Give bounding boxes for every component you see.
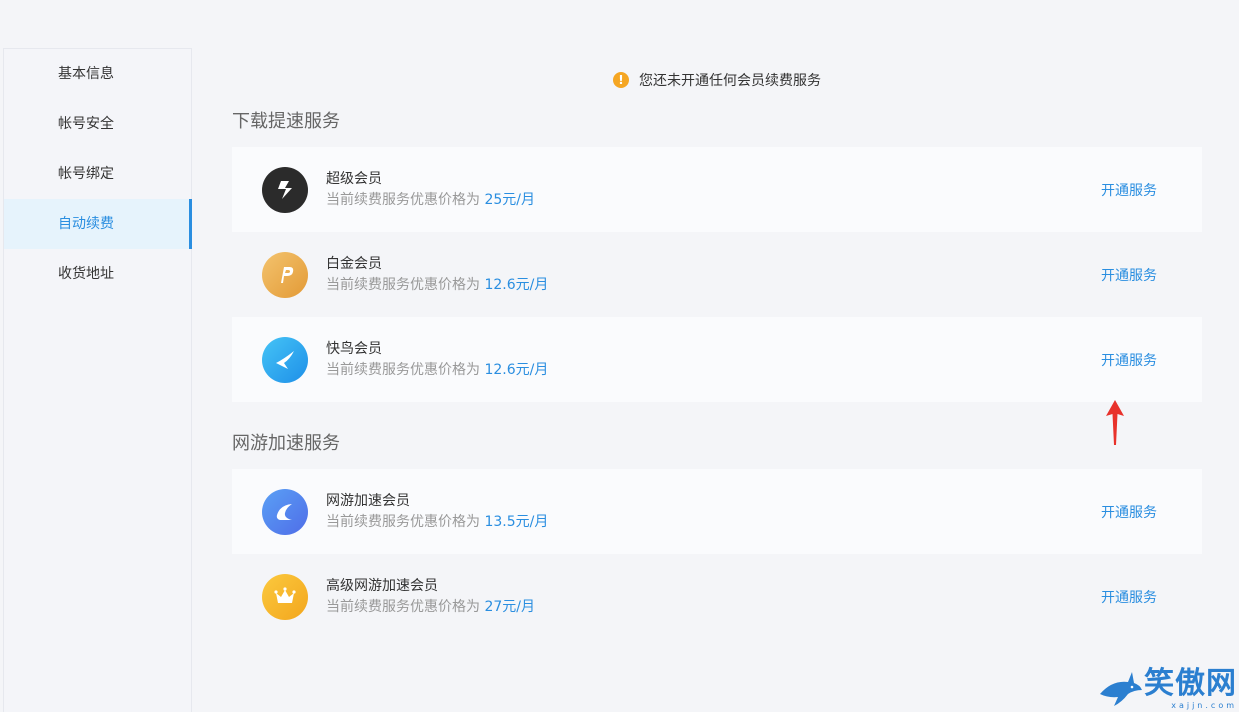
warning-icon: ! [613, 72, 629, 88]
service-name: 网游加速会员 [326, 492, 410, 509]
service-card-platinum-member: 白金会员 当前续费服务优惠价格为 12.6元/月 开通服务 [232, 232, 1202, 317]
service-card-bird-member: 快鸟会员 当前续费服务优惠价格为 12.6元/月 开通服务 [232, 317, 1202, 402]
section-title-download: 下载提速服务 [232, 111, 340, 132]
service-name: 白金会员 [326, 255, 382, 272]
service-desc: 当前续费服务优惠价格为 25元/月 [326, 191, 535, 208]
bird-member-logo [262, 336, 308, 383]
watermark-logo: 笑傲网 xajjn.com [1098, 667, 1237, 710]
section-title-game: 网游加速服务 [232, 433, 340, 454]
service-card-game-accel: 网游加速会员 当前续费服务优惠价格为 13.5元/月 开通服务 [232, 469, 1202, 554]
service-desc: 当前续费服务优惠价格为 27元/月 [326, 598, 535, 615]
shark-icon [1100, 672, 1142, 706]
service-name: 高级网游加速会员 [326, 577, 438, 594]
watermark-subtext: xajjn.com [1171, 701, 1237, 710]
open-service-button[interactable]: 开通服务 [1101, 180, 1157, 200]
open-service-button[interactable]: 开通服务 [1101, 587, 1157, 607]
sidebar-item-auto-renew[interactable]: 自动续费 [4, 199, 192, 249]
open-service-button[interactable]: 开通服务 [1101, 502, 1157, 522]
game-accel-logo [262, 488, 308, 535]
notice-bar: ! 您还未开通任何会员续费服务 [613, 70, 821, 90]
service-price: 25元/月 [484, 191, 535, 208]
service-name: 超级会员 [326, 170, 382, 187]
sidebar-item-account-security[interactable]: 帐号安全 [4, 99, 191, 149]
watermark-text: 笑傲网 [1144, 666, 1237, 701]
crown-logo [262, 573, 308, 620]
sidebar-item-basic-info[interactable]: 基本信息 [4, 49, 191, 99]
open-service-button[interactable]: 开通服务 [1101, 265, 1157, 285]
service-price: 27元/月 [484, 598, 535, 615]
platinum-member-logo [262, 251, 308, 298]
service-desc: 当前续费服务优惠价格为 12.6元/月 [326, 276, 549, 293]
service-card-premium-game-accel: 高级网游加速会员 当前续费服务优惠价格为 27元/月 开通服务 [232, 554, 1202, 639]
sidebar-item-account-binding[interactable]: 帐号绑定 [4, 149, 191, 199]
service-price: 13.5元/月 [484, 513, 549, 530]
sidebar-item-shipping-address[interactable]: 收货地址 [4, 249, 191, 299]
service-desc: 当前续费服务优惠价格为 13.5元/月 [326, 513, 549, 530]
red-arrow-annotation [1106, 400, 1124, 445]
service-price: 12.6元/月 [484, 361, 549, 378]
service-desc: 当前续费服务优惠价格为 12.6元/月 [326, 361, 549, 378]
notice-text: 您还未开通任何会员续费服务 [639, 73, 821, 89]
service-name: 快鸟会员 [326, 340, 382, 357]
service-card-super-member: 超级会员 当前续费服务优惠价格为 25元/月 开通服务 [232, 147, 1202, 232]
service-price: 12.6元/月 [484, 276, 549, 293]
open-service-button[interactable]: 开通服务 [1101, 350, 1157, 370]
sidebar: 基本信息 帐号安全 帐号绑定 自动续费 收货地址 [3, 48, 192, 712]
super-member-logo [262, 166, 308, 213]
